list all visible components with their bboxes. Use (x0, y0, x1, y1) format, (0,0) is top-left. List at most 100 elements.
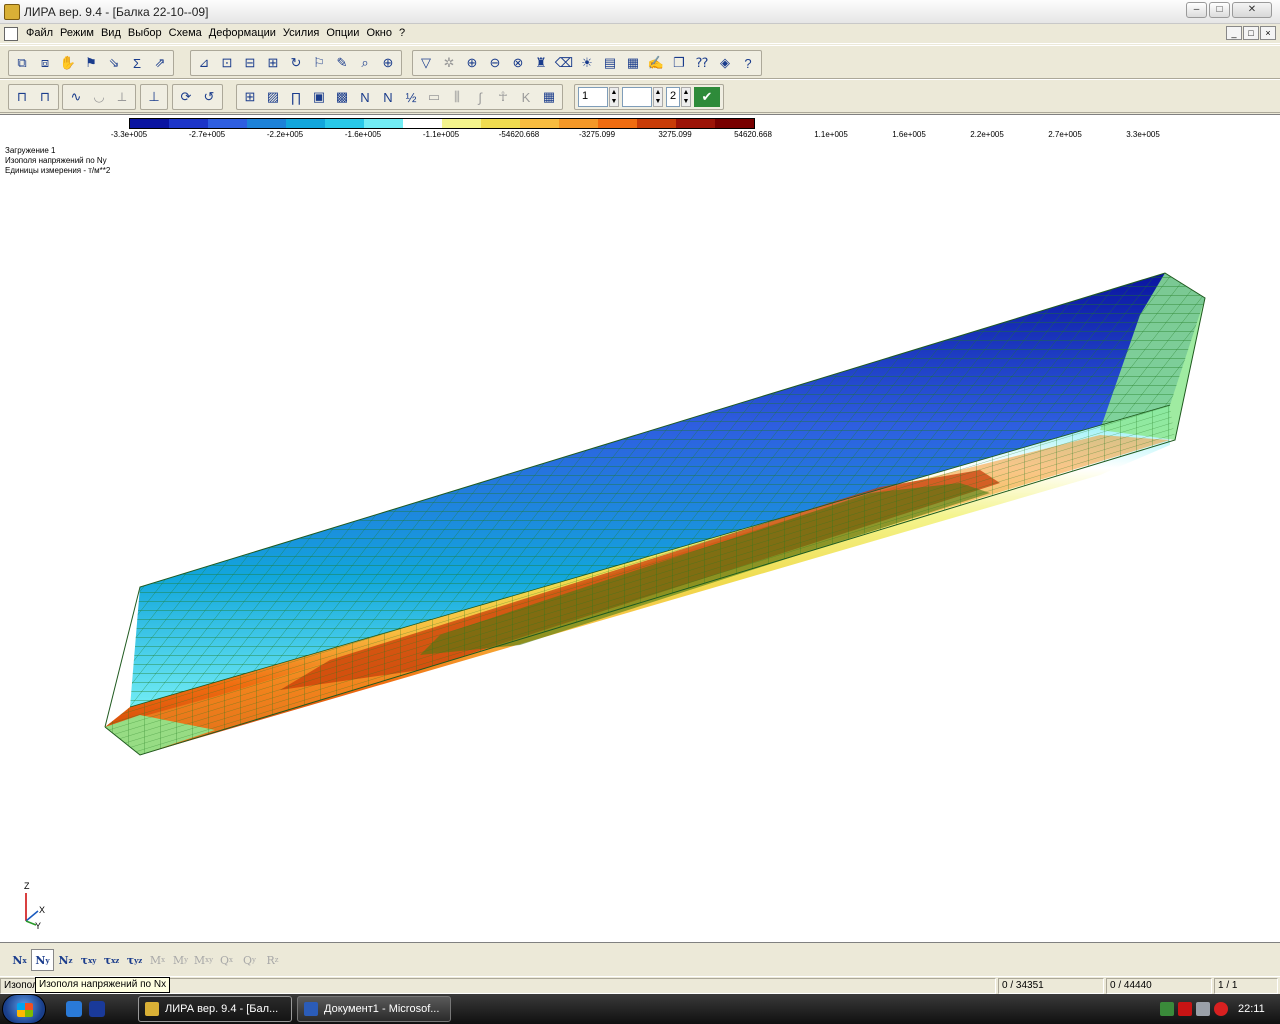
refresh-icon[interactable]: ⟳ (176, 87, 196, 107)
task-lira[interactable]: ЛИРА вер. 9.4 - [Бал... (138, 996, 292, 1022)
volume-icon[interactable] (1196, 1002, 1210, 1016)
menu-forces[interactable]: Усилия (283, 27, 325, 39)
curve-icon[interactable]: ∫ (470, 87, 490, 107)
paste-scheme-icon[interactable]: ⧈ (35, 53, 55, 73)
notes-icon[interactable]: ✍ (646, 53, 666, 73)
node-numbers-icon[interactable]: N (355, 87, 375, 107)
menu-options[interactable]: Опции (326, 27, 365, 39)
third-spinner-arrows[interactable]: ▲ ▼ (681, 87, 691, 107)
zoom-all-icon[interactable]: ⊕ (378, 53, 398, 73)
third-spinner[interactable]: 2 (666, 87, 680, 107)
stress-toolbar: Nx Ny Nz τ xy τ xz τ yz Mx My Mxy Qx Qy Rz (0, 942, 1280, 976)
network-icon[interactable] (1160, 1002, 1174, 1016)
hatch-icon[interactable]: ▨ (263, 87, 283, 107)
apply-icon[interactable]: ✔ (694, 87, 720, 107)
load-icon[interactable]: ⇘ (104, 53, 124, 73)
books-icon[interactable]: ▤ (600, 53, 620, 73)
deformed-shape-icon[interactable]: ∿ (66, 87, 86, 107)
supports-icon[interactable]: ∏ (286, 87, 306, 107)
frame-icon[interactable]: ⊓ (12, 87, 32, 107)
hand-icon[interactable]: ✋ (58, 53, 78, 73)
antivirus-icon[interactable] (1178, 1002, 1192, 1016)
element-numbers-icon[interactable]: N (378, 87, 398, 107)
person-icon[interactable]: ☀ (577, 53, 597, 73)
brush-icon[interactable]: ⌫ (554, 53, 574, 73)
loads-n-icon[interactable]: ⇗ (150, 53, 170, 73)
stress-button-nz[interactable]: Nz (54, 949, 77, 971)
mesh-icon[interactable]: ▩ (332, 87, 352, 107)
projection-xz-icon[interactable]: ⊡ (217, 53, 237, 73)
close-button[interactable]: ✕ (1232, 2, 1272, 18)
zoom-window-icon[interactable]: ⊗ (508, 53, 528, 73)
page-icon[interactable]: ▭ (424, 87, 444, 107)
undo-icon[interactable]: ↺ (199, 87, 219, 107)
menu-mode[interactable]: Режим (60, 27, 100, 39)
maximize-button[interactable]: □ (1209, 2, 1230, 18)
flag-select-icon[interactable]: ⚑ (81, 53, 101, 73)
help-icon[interactable]: ? (738, 53, 758, 73)
stress-button-tauxy[interactable]: τ xy (77, 949, 100, 971)
internet-explorer-icon[interactable] (66, 1001, 82, 1017)
values-icon[interactable]: ½ (401, 87, 421, 107)
displacement-icon[interactable]: ⟂ (112, 87, 132, 107)
second-spinner[interactable] (622, 87, 652, 107)
projection-yz-icon[interactable]: ⊟ (240, 53, 260, 73)
bars-icon[interactable]: ⫼ (447, 87, 467, 107)
documents-icon[interactable]: ❐ (669, 53, 689, 73)
zoom-in-icon[interactable]: ⊕ (462, 53, 482, 73)
start-button[interactable] (2, 994, 46, 1024)
stress-button-tauyz[interactable]: τ yz (123, 949, 146, 971)
stress-button-tauxz[interactable]: τ xz (100, 949, 123, 971)
grid-icon[interactable]: ⊞ (240, 87, 260, 107)
menu-help[interactable]: ? (399, 27, 411, 39)
projection-xyz-icon[interactable]: ⊿ (194, 53, 214, 73)
mdi-minimize-button[interactable]: _ (1226, 26, 1242, 40)
document-icon[interactable] (4, 27, 18, 41)
menu-select[interactable]: Выбор (128, 27, 168, 39)
stress-button-my[interactable]: My (169, 949, 192, 971)
person-dim-icon[interactable]: ☥ (493, 87, 513, 107)
menu-deformations[interactable]: Деформации (209, 27, 282, 39)
book-icon[interactable]: ◈ (715, 53, 735, 73)
fragment-icon[interactable]: ⚐ (309, 53, 329, 73)
filter-icon[interactable]: ▽ (416, 53, 436, 73)
task-word[interactable]: Документ1 - Microsof... (297, 996, 451, 1022)
menu-file[interactable]: Файл (26, 27, 59, 39)
zoom-icon[interactable]: ⌕ (355, 53, 375, 73)
stress-button-nx[interactable]: Nx (8, 949, 31, 971)
scale-icon[interactable]: ⊥ (144, 87, 164, 107)
second-spinner-arrows[interactable]: ▲ ▼ (653, 87, 663, 107)
mdi-close-button[interactable]: × (1260, 26, 1276, 40)
fill-icon[interactable]: ▣ (309, 87, 329, 107)
projection-xy-icon[interactable]: ⊞ (263, 53, 283, 73)
warning-icon[interactable] (1214, 1002, 1228, 1016)
stress-button-ny[interactable]: Ny (31, 949, 54, 971)
copy-scheme-icon[interactable]: ⧉ (12, 53, 32, 73)
rotate-icon[interactable]: ↻ (286, 53, 306, 73)
quick-launch-icon[interactable] (89, 1001, 105, 1017)
model-viewport[interactable]: -3.3e+005 -2.7e+005 -2.2e+005 -1.6e+005 -1.1… (0, 114, 1280, 942)
menu-window[interactable]: Окно (366, 27, 398, 39)
menu-scheme[interactable]: Схема (169, 27, 208, 39)
load-case-spinner[interactable]: 1 (578, 87, 608, 107)
zoom-out-icon[interactable]: ⊖ (485, 53, 505, 73)
mdi-restore-button[interactable]: □ (1243, 26, 1259, 40)
table-icon[interactable]: ▦ (623, 53, 643, 73)
coefficient-icon[interactable]: K (516, 87, 536, 107)
mode-shape-icon[interactable]: ◡ (89, 87, 109, 107)
bottle-icon[interactable]: ♜ (531, 53, 551, 73)
stress-button-qx[interactable]: Qx (215, 949, 238, 971)
minimize-button[interactable]: – (1186, 2, 1207, 18)
frame-loads-icon[interactable]: ⊓ (35, 87, 55, 107)
load-case-spinner-arrows[interactable]: ▲ ▼ (609, 87, 619, 107)
menu-view[interactable]: Вид (101, 27, 127, 39)
pencil-icon[interactable]: ✎ (332, 53, 352, 73)
stress-button-qy[interactable]: Qy (238, 949, 261, 971)
stress-button-mxy[interactable]: Mxy (192, 949, 215, 971)
stress-button-mx[interactable]: Mx (146, 949, 169, 971)
color-palette-icon[interactable]: ▦ (539, 87, 559, 107)
context-help-icon[interactable]: ⁇ (692, 53, 712, 73)
sum-loads-icon[interactable]: Σ (127, 53, 147, 73)
stress-button-rz[interactable]: Rz (261, 949, 284, 971)
nodes-filter-icon[interactable]: ✲ (439, 53, 459, 73)
